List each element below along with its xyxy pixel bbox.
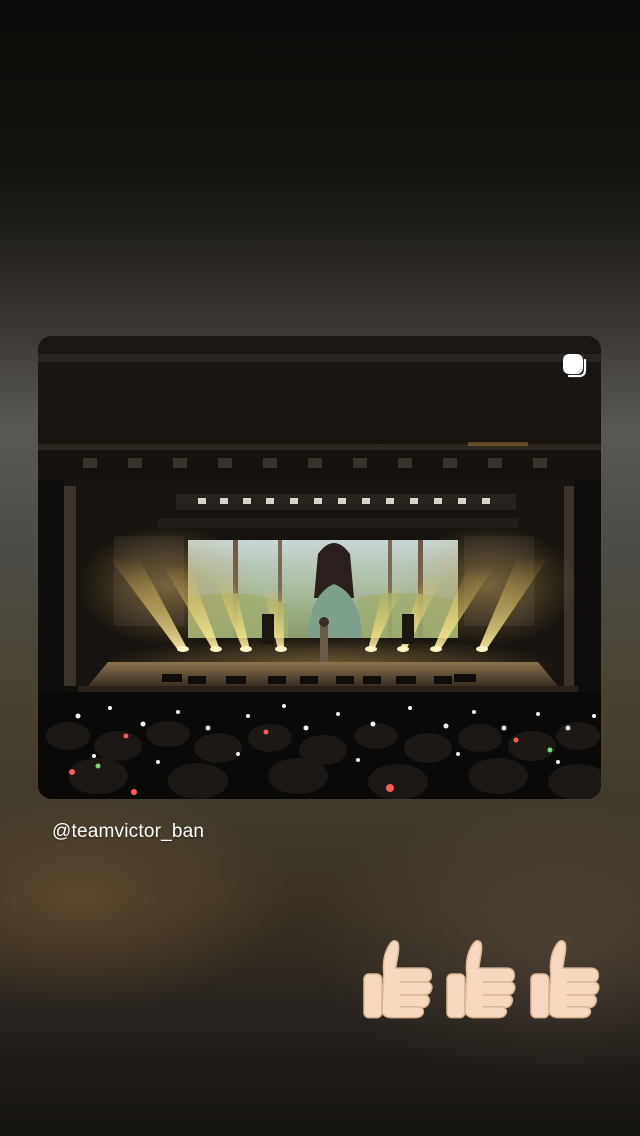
story-viewer[interactable]: @teamvictor_ban — [0, 0, 640, 1136]
shared-photo[interactable] — [38, 336, 601, 799]
mention-sticker[interactable]: @teamvictor_ban — [52, 821, 204, 843]
reshare-sticker-icon[interactable] — [561, 352, 587, 378]
thumbs-up-icon — [446, 939, 516, 1019]
reaction-emoji-row — [360, 934, 604, 1020]
thumbs-up-icon — [363, 939, 433, 1019]
thumbs-up-icon — [529, 939, 600, 1019]
concert-stage-image — [38, 336, 601, 799]
